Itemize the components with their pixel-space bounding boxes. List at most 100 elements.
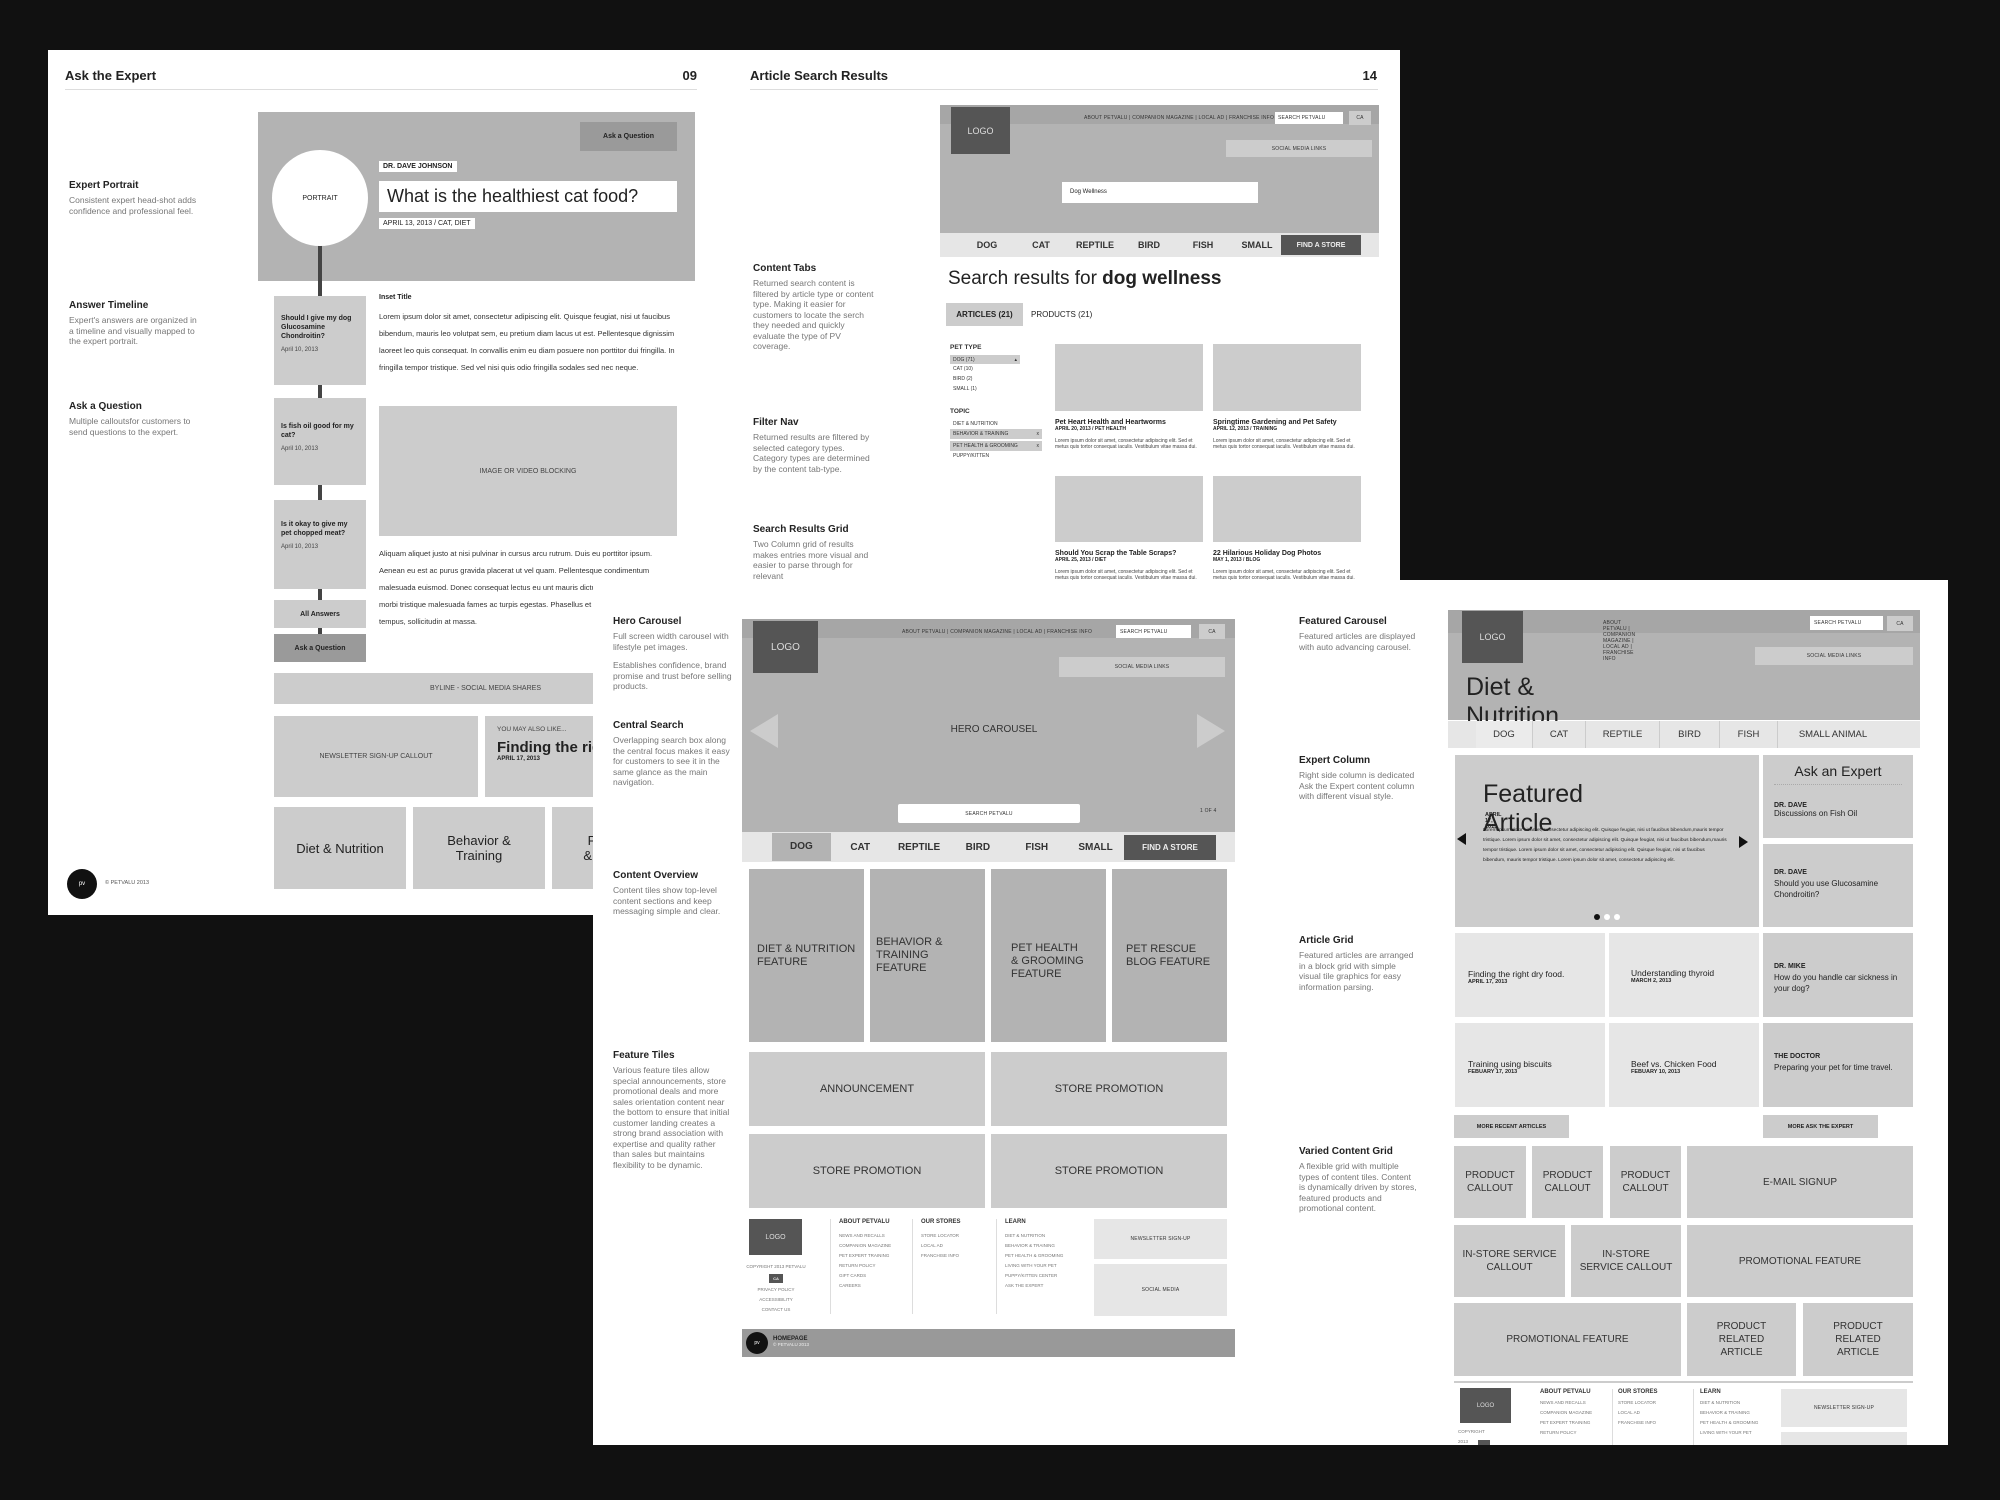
- footer-link[interactable]: PUPPY/KITTEN CENTER: [1005, 1271, 1084, 1281]
- footer-link[interactable]: CAREERS: [839, 1281, 910, 1291]
- nav-dog[interactable]: DOG: [1476, 721, 1533, 748]
- grid-tile[interactable]: PROMOTIONAL FEATURE: [1454, 1303, 1681, 1376]
- filter-option[interactable]: DIET & NUTRITION: [950, 419, 1042, 429]
- footer-link[interactable]: DIET & NUTRITION: [1005, 1231, 1084, 1241]
- feature-tile[interactable]: STORE PROMOTION: [749, 1134, 985, 1208]
- content-tile[interactable]: PET RESCUE BLOG FEATURE: [1112, 869, 1227, 1042]
- nav-cat[interactable]: CAT: [1014, 240, 1068, 250]
- newsletter-signup[interactable]: NEWSLETTER SIGN-UP: [1094, 1219, 1227, 1259]
- timeline-card[interactable]: Is it okay to give my pet chopped meat? A…: [274, 500, 366, 589]
- content-tile[interactable]: PET HEALTH & GROOMING FEATURE: [991, 869, 1106, 1042]
- grid-tile[interactable]: PROMOTIONAL FEATURE: [1687, 1225, 1913, 1297]
- region-button[interactable]: CA: [1349, 111, 1371, 125]
- nav-bird[interactable]: BIRD: [948, 842, 1007, 853]
- nav-cat[interactable]: CAT: [1533, 721, 1586, 748]
- footer-link[interactable]: PET EXPERT TRAINING: [839, 1251, 910, 1261]
- remove-filter-icon[interactable]: x: [1037, 443, 1040, 449]
- footer-link[interactable]: PET HEALTH & GROOMING: [1700, 1418, 1773, 1428]
- social-media-links[interactable]: SOCIAL MEDIA LINKS: [1755, 647, 1913, 665]
- region-button[interactable]: [1478, 1440, 1490, 1445]
- carousel-dot[interactable]: [1604, 914, 1610, 920]
- more-articles-button[interactable]: MORE RECENT ARTICLES: [1454, 1115, 1569, 1138]
- footer-link[interactable]: BEHAVIOR & TRAINING: [1700, 1408, 1773, 1418]
- expert-item[interactable]: DR. DAVE Should you use Glucosamine Chond…: [1763, 844, 1913, 927]
- content-tile[interactable]: BEHAVIOR & TRAINING FEATURE: [870, 869, 985, 1042]
- feature-tile[interactable]: ANNOUNCEMENT: [749, 1052, 985, 1126]
- more-expert-button[interactable]: MORE ASK THE EXPERT: [1763, 1115, 1878, 1138]
- nav-fish[interactable]: FISH: [1176, 240, 1230, 250]
- filter-option[interactable]: SMALL (1): [950, 384, 1042, 394]
- social-media[interactable]: SOCIAL MEDIA: [1094, 1264, 1227, 1316]
- result-card[interactable]: Should You Scrap the Table Scraps? APRIL …: [1055, 476, 1203, 581]
- footer-link[interactable]: DIET & NUTRITION: [1700, 1398, 1773, 1408]
- newsletter-signup[interactable]: NEWSLETTER SIGN-UP: [1781, 1389, 1907, 1427]
- grid-tile[interactable]: PRODUCT RELATED ARTICLE: [1687, 1303, 1796, 1376]
- carousel-prev-icon[interactable]: [750, 714, 778, 748]
- footer-link[interactable]: STORE LOCATOR: [1618, 1398, 1692, 1408]
- utility-links[interactable]: ABOUT PETVALU | COMPANION MAGAZINE | LOC…: [1084, 115, 1274, 121]
- nav-reptile[interactable]: REPTILE: [1586, 721, 1660, 748]
- result-card[interactable]: 22 Hilarious Holiday Dog Photos MAY 1, 20…: [1213, 476, 1361, 581]
- nav-fish[interactable]: FISH: [1007, 842, 1066, 853]
- nav-bird[interactable]: BIRD: [1660, 721, 1720, 748]
- footer-link[interactable]: NEWS AND RECALLS: [839, 1231, 910, 1241]
- category-tile[interactable]: Behavior & Training: [413, 807, 545, 889]
- email-signup-tile[interactable]: E-MAIL SIGNUP: [1687, 1146, 1913, 1218]
- grid-tile[interactable]: PRODUCT CALLOUT: [1532, 1146, 1603, 1218]
- ask-question-button[interactable]: Ask a Question: [580, 122, 677, 151]
- all-answers-button[interactable]: All Answers: [274, 600, 366, 628]
- filter-option[interactable]: PUPPY/KITTEN: [950, 451, 1042, 461]
- nav-small-animal[interactable]: SMALL ANIMAL: [1778, 729, 1888, 740]
- carousel-prev-icon[interactable]: [1457, 833, 1466, 845]
- footer-link[interactable]: RETURN POLICY: [1540, 1428, 1612, 1438]
- expert-item[interactable]: THE DOCTOR Preparing your pet for time tr…: [1763, 1023, 1913, 1107]
- footer-link[interactable]: LOCAL AD: [1618, 1408, 1692, 1418]
- footer-logo[interactable]: LOGO: [1460, 1388, 1511, 1423]
- footer-link[interactable]: FRANCHISE INFO: [1618, 1418, 1692, 1428]
- nav-dog[interactable]: DOG: [960, 240, 1014, 250]
- header-search-input[interactable]: SEARCH PETVALU: [1275, 112, 1343, 124]
- filter-option[interactable]: PET HEALTH & GROOMING x: [950, 441, 1042, 451]
- grid-tile[interactable]: PRODUCT CALLOUT: [1610, 1146, 1681, 1218]
- footer-link[interactable]: GIFT CARDS: [839, 1271, 910, 1281]
- footer-link[interactable]: RETURN POLICY: [839, 1261, 910, 1271]
- find-store-button[interactable]: FIND A STORE: [1281, 235, 1361, 255]
- logo[interactable]: LOGO: [1462, 611, 1523, 663]
- nav-cat[interactable]: CAT: [831, 842, 890, 853]
- nav-dog[interactable]: DOG: [772, 833, 831, 861]
- grid-tile[interactable]: PRODUCT RELATED ARTICLE: [1803, 1303, 1913, 1376]
- footer-link[interactable]: BEHAVIOR & TRAINING: [1005, 1241, 1084, 1251]
- footer-link[interactable]: LOCAL AD: [921, 1241, 992, 1251]
- category-tile[interactable]: Diet & Nutrition: [274, 807, 406, 889]
- nav-reptile[interactable]: REPTILE: [1068, 240, 1122, 250]
- region-button[interactable]: CA: [769, 1274, 783, 1283]
- footer-link[interactable]: LIVING WITH YOUR PET: [1700, 1428, 1773, 1438]
- logo[interactable]: LOGO: [951, 107, 1010, 154]
- utility-links[interactable]: ABOUT PETVALU | COMPANION MAGAZINE | LOC…: [902, 629, 1092, 635]
- nav-small[interactable]: SMALL: [1230, 240, 1284, 250]
- nav-bird[interactable]: BIRD: [1122, 240, 1176, 250]
- nav-reptile[interactable]: REPTILE: [890, 842, 949, 853]
- footer-link[interactable]: PET HEALTH & GROOMING: [1005, 1251, 1084, 1261]
- grid-tile[interactable]: IN-STORE SERVICE CALLOUT: [1571, 1225, 1681, 1297]
- grid-tile[interactable]: PRODUCT CALLOUT: [1454, 1146, 1526, 1218]
- newsletter-callout[interactable]: NEWSLETTER SIGN-UP CALLOUT: [274, 716, 478, 797]
- nav-fish[interactable]: FISH: [1720, 721, 1778, 748]
- nav-small[interactable]: SMALL: [1066, 842, 1125, 853]
- expert-item[interactable]: DR. DAVE Discussions on Fish Oil: [1774, 802, 1902, 818]
- article-tile[interactable]: Understanding thyroid MARCH 2, 2013: [1609, 933, 1759, 1017]
- footer-link[interactable]: ACCESSIBILITY: [744, 1295, 808, 1305]
- central-search-input[interactable]: SEARCH PETVALU: [898, 804, 1080, 823]
- filter-option[interactable]: BEHAVIOR & TRAINING x: [950, 429, 1042, 439]
- carousel-next-icon[interactable]: [1197, 714, 1225, 748]
- article-tile[interactable]: Beef vs. Chicken Food FEBUARY 10, 2013: [1609, 1023, 1759, 1107]
- timeline-card[interactable]: Is fish oil good for my cat? April 10, 20…: [274, 398, 366, 485]
- content-tile[interactable]: DIET & NUTRITION FEATURE: [749, 869, 864, 1042]
- expert-item[interactable]: DR. MIKE How do you handle car sickness i…: [1763, 933, 1913, 1017]
- footer-link[interactable]: PRIVACY POLICY: [744, 1285, 808, 1295]
- footer-link[interactable]: ASK THE EXPERT: [1005, 1281, 1084, 1291]
- region-button[interactable]: CA: [1199, 624, 1225, 639]
- footer-link[interactable]: STORE LOCATOR: [921, 1231, 992, 1241]
- find-store-button[interactable]: FIND A STORE: [1124, 835, 1216, 860]
- grid-tile[interactable]: IN-STORE SERVICE CALLOUT: [1454, 1225, 1565, 1297]
